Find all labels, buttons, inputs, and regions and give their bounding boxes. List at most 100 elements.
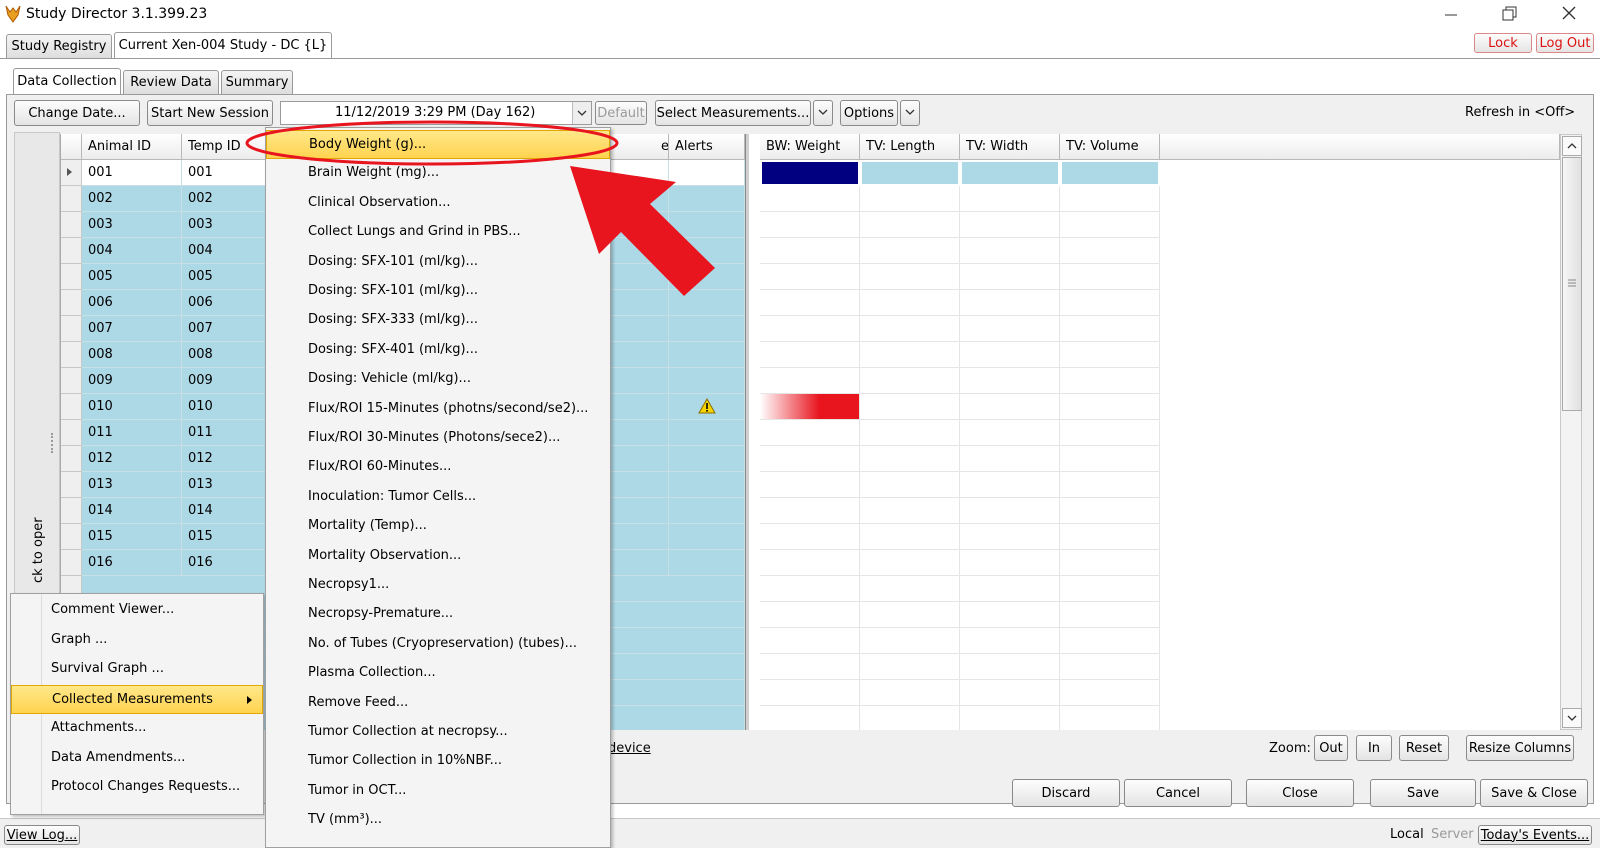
- todays-events-button[interactable]: Today's Events...: [1478, 825, 1592, 845]
- animal-id-cell[interactable]: 006: [82, 290, 182, 316]
- context-menu-item[interactable]: Data Amendments...: [11, 744, 263, 773]
- measurement-cell[interactable]: [1060, 446, 1160, 472]
- measurement-cell[interactable]: [760, 628, 860, 654]
- measurement-cell[interactable]: [1060, 706, 1160, 730]
- row-header[interactable]: [61, 498, 82, 524]
- options-button[interactable]: Options: [840, 100, 898, 126]
- cancel-button[interactable]: Cancel: [1124, 779, 1232, 807]
- row-header[interactable]: [61, 186, 82, 212]
- context-menu-item[interactable]: Survival Graph ...: [11, 655, 263, 684]
- lock-button[interactable]: Lock: [1474, 33, 1532, 53]
- measurement-cell[interactable]: [760, 238, 860, 264]
- menu-item-measurement[interactable]: Flux/ROI 15-Minutes (photns/second/se2).…: [266, 395, 610, 424]
- alerts-cell[interactable]: [669, 290, 745, 316]
- measurement-cell[interactable]: [1060, 472, 1160, 498]
- logout-button[interactable]: Log Out: [1536, 33, 1594, 53]
- measurement-cell[interactable]: [1060, 186, 1160, 212]
- measurement-cell[interactable]: [760, 550, 860, 576]
- animal-id-cell[interactable]: 001: [82, 160, 182, 186]
- animal-id-cell[interactable]: 003: [82, 212, 182, 238]
- header-tv-length[interactable]: TV: Length: [860, 134, 960, 160]
- row-header[interactable]: [61, 238, 82, 264]
- measurement-cell[interactable]: [860, 290, 960, 316]
- measurement-cell[interactable]: [860, 550, 960, 576]
- measurement-cell[interactable]: [860, 342, 960, 368]
- row-header[interactable]: [61, 342, 82, 368]
- alerts-cell[interactable]: [669, 472, 745, 498]
- measurement-cell[interactable]: [760, 680, 860, 706]
- menu-item-measurement[interactable]: Dosing: SFX-401 (ml/kg)...: [266, 336, 610, 365]
- measurement-cell[interactable]: [860, 238, 960, 264]
- measurement-cell[interactable]: [960, 472, 1060, 498]
- measurement-cell[interactable]: [960, 316, 1060, 342]
- measurement-cell[interactable]: [1060, 212, 1160, 238]
- context-menu-item[interactable]: Graph ...: [11, 626, 263, 655]
- measurement-cell[interactable]: [960, 238, 1060, 264]
- measurement-cell[interactable]: [960, 264, 1060, 290]
- measurement-cell[interactable]: [960, 368, 1060, 394]
- tab-study-registry[interactable]: Study Registry: [6, 34, 112, 58]
- header-animal-id[interactable]: Animal ID: [82, 134, 182, 160]
- measurement-cell[interactable]: [760, 446, 860, 472]
- measurement-cell[interactable]: [760, 160, 860, 186]
- measurement-cell[interactable]: [760, 394, 860, 420]
- view-log-button[interactable]: View Log...: [4, 825, 80, 845]
- context-menu-item[interactable]: Comment Viewer...: [11, 596, 263, 625]
- alerts-cell[interactable]: [669, 186, 745, 212]
- measurement-cell[interactable]: [960, 498, 1060, 524]
- measurement-cell[interactable]: [1060, 160, 1160, 186]
- grid-splitter[interactable]: [745, 134, 749, 730]
- close-icon[interactable]: [1558, 4, 1580, 24]
- menu-item-measurement[interactable]: Flux/ROI 30-Minutes (Photons/sece2)...: [266, 424, 610, 453]
- menu-item-measurement[interactable]: Flux/ROI 60-Minutes...: [266, 453, 610, 482]
- animal-id-cell[interactable]: 014: [82, 498, 182, 524]
- measurement-cell[interactable]: [860, 368, 960, 394]
- row-header[interactable]: [61, 394, 82, 420]
- measurement-cell[interactable]: [860, 628, 960, 654]
- menu-item-measurement[interactable]: No. of Tubes (Cryopreservation) (tubes).…: [266, 630, 610, 659]
- animal-id-cell[interactable]: 005: [82, 264, 182, 290]
- animal-id-cell[interactable]: 010: [82, 394, 182, 420]
- row-header[interactable]: [61, 264, 82, 290]
- alerts-cell[interactable]: [669, 498, 745, 524]
- animal-id-cell[interactable]: 007: [82, 316, 182, 342]
- menu-item-measurement[interactable]: Necropsy1...: [266, 571, 610, 600]
- animal-id-cell[interactable]: 013: [82, 472, 182, 498]
- discard-button[interactable]: Discard: [1012, 779, 1120, 807]
- options-dropdown[interactable]: [900, 100, 920, 126]
- resize-columns-button[interactable]: Resize Columns: [1466, 735, 1574, 761]
- measurement-cell[interactable]: [1060, 368, 1160, 394]
- measurement-cell[interactable]: [760, 654, 860, 680]
- menu-item-measurement[interactable]: Necropsy-Premature...: [266, 600, 610, 629]
- measurement-cell[interactable]: [960, 446, 1060, 472]
- measurement-cell[interactable]: [960, 394, 1060, 420]
- menu-item-measurement[interactable]: TV (mm³)...: [266, 806, 610, 835]
- row-header[interactable]: [61, 316, 82, 342]
- menu-item-measurement[interactable]: Mortality Observation...: [266, 542, 610, 571]
- measurement-cell[interactable]: [960, 160, 1060, 186]
- row-header[interactable]: [61, 212, 82, 238]
- measurement-cell[interactable]: [760, 420, 860, 446]
- measurement-cell[interactable]: [1060, 654, 1160, 680]
- measurement-cell[interactable]: [1060, 238, 1160, 264]
- select-measurements-dropdown[interactable]: [813, 100, 833, 126]
- chevron-down-icon[interactable]: [572, 102, 591, 124]
- measurement-cell[interactable]: [860, 680, 960, 706]
- measurement-cell[interactable]: [860, 446, 960, 472]
- measurement-cell[interactable]: [960, 290, 1060, 316]
- alerts-cell[interactable]: [669, 420, 745, 446]
- menu-item-measurement[interactable]: Body Weight (g)...: [266, 130, 610, 159]
- alerts-cell[interactable]: [669, 394, 745, 420]
- measurement-cell[interactable]: [860, 576, 960, 602]
- start-new-session-button[interactable]: Start New Session: [147, 100, 273, 126]
- measurement-cell[interactable]: [1060, 264, 1160, 290]
- animal-id-cell[interactable]: 009: [82, 368, 182, 394]
- header-tv-width[interactable]: TV: Width: [960, 134, 1060, 160]
- measurement-cell[interactable]: [1060, 524, 1160, 550]
- tab-summary[interactable]: Summary: [221, 70, 293, 94]
- measurement-cell[interactable]: [960, 602, 1060, 628]
- measurement-cell[interactable]: [1060, 680, 1160, 706]
- row-header[interactable]: [61, 290, 82, 316]
- measurement-cell[interactable]: [960, 628, 1060, 654]
- alerts-cell[interactable]: [669, 316, 745, 342]
